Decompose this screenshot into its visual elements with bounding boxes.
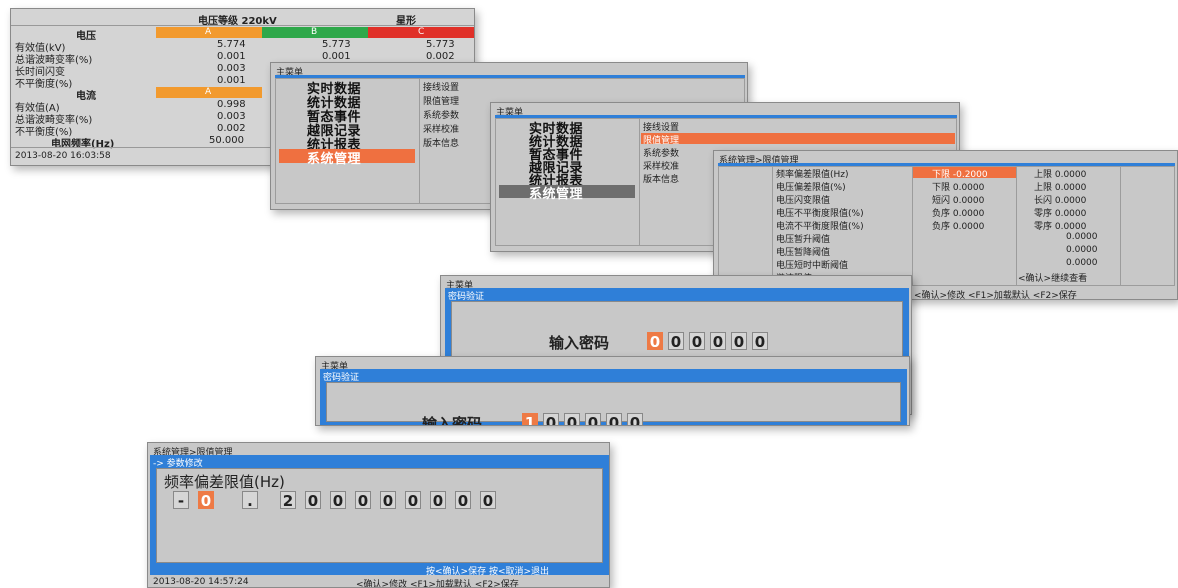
password-digit-4[interactable]: 0	[710, 332, 726, 351]
current-phase-a-header: A	[205, 87, 212, 97]
unbalance-voltage-label: 不平衡度(%)	[15, 79, 73, 90]
submenu-version[interactable]: 版本信息	[423, 136, 459, 149]
submenu-calibration[interactable]: 采样校准	[423, 122, 459, 135]
password-digit-1[interactable]: 1	[522, 413, 538, 425]
current-unbalance-neg[interactable]: 负序 0.0000	[932, 219, 984, 232]
current-unbalance-zero[interactable]: 零序 0.0000	[1034, 219, 1086, 232]
current-unbalance-label[interactable]: 电流不平衡度限值(%)	[776, 219, 864, 232]
swell-threshold-label[interactable]: 电压暂升阈值	[776, 232, 830, 245]
digit-cell-integer[interactable]: 0	[198, 491, 214, 510]
digit-cell-6[interactable]: 0	[405, 491, 421, 510]
phase-a-header: A	[205, 27, 212, 37]
password-prompt: 输入密码	[422, 415, 483, 426]
save-cancel-hint: 按<确认>保存 按<取消>退出	[426, 567, 550, 577]
submenu-wiring[interactable]: 接线设置	[423, 80, 459, 93]
phase-b-header: B	[311, 27, 318, 37]
status-timestamp: 2013-08-20 16:03:58	[15, 151, 111, 161]
rms-voltage-a: 5.774	[217, 39, 246, 50]
footer-shortcuts: <确认>修改 <F1>加载默认 <F2>保存	[356, 580, 519, 588]
phase-c-header: C	[418, 27, 425, 37]
password-window-2: 主菜单 密码验证 输入密码 1 0 0 0 0 0	[315, 356, 910, 426]
submenu-limits-selected[interactable]: 限值管理	[643, 133, 679, 146]
password-digit-6[interactable]: 0	[752, 332, 768, 351]
submenu-limits[interactable]: 限值管理	[423, 94, 459, 107]
freq-limit-label[interactable]: 频率偏差限值(Hz)	[776, 167, 849, 180]
digit-cell-5[interactable]: 0	[380, 491, 396, 510]
thd-voltage-c: 0.002	[426, 51, 455, 62]
submenu-version[interactable]: 版本信息	[643, 172, 679, 185]
unbalance-current-a: 0.002	[217, 123, 246, 134]
thd-voltage-a: 0.001	[217, 51, 246, 62]
voltage-dev-upper[interactable]: 上限 0.0000	[1034, 180, 1086, 193]
flicker-a: 0.003	[217, 63, 246, 74]
rms-current-a: 0.998	[217, 99, 246, 110]
status-timestamp: 2013-08-20 14:57:24	[153, 577, 249, 587]
password-digit-5[interactable]: 0	[731, 332, 747, 351]
parameter-name: 频率偏差限值(Hz)	[164, 473, 285, 491]
harmonic-limit-continue[interactable]: <确认>继续查看	[1018, 271, 1087, 284]
password-digit-4[interactable]: 0	[585, 413, 601, 425]
flicker-limit-short[interactable]: 短闪 0.0000	[932, 193, 984, 206]
password-digit-1[interactable]: 0	[647, 332, 663, 351]
submenu-wiring[interactable]: 接线设置	[643, 120, 679, 133]
digit-cell-3[interactable]: 0	[330, 491, 346, 510]
rms-voltage-b: 5.773	[322, 39, 351, 50]
submenu-calibration[interactable]: 采样校准	[643, 159, 679, 172]
interruption-threshold-label[interactable]: 电压短时中断阈值	[776, 258, 848, 271]
password-digit-3[interactable]: 0	[564, 413, 580, 425]
thd-voltage-b: 0.001	[322, 51, 351, 62]
parameter-edit-window: 系统管理>限值管理 -> 参数修改 频率偏差限值(Hz) - 0 . 2 0 0…	[147, 442, 610, 588]
freq-limit-upper[interactable]: 上限 0.0000	[1034, 167, 1086, 180]
swell-threshold-value[interactable]: 0.0000	[1066, 232, 1098, 242]
password-digit-5[interactable]: 0	[606, 413, 622, 425]
voltage-unbalance-neg[interactable]: 负序 0.0000	[932, 206, 984, 219]
decimal-point-cell: .	[242, 491, 258, 510]
password-digit-2[interactable]: 0	[543, 413, 559, 425]
freq-limit-lower[interactable]: 下限 -0.2000	[932, 167, 988, 180]
rms-voltage-c: 5.773	[426, 39, 455, 50]
submenu-params[interactable]: 系统参数	[423, 108, 459, 121]
thd-current-a: 0.003	[217, 111, 246, 122]
digit-cell-7[interactable]: 0	[430, 491, 446, 510]
sag-threshold-value[interactable]: 0.0000	[1066, 245, 1098, 255]
password-digit-2[interactable]: 0	[668, 332, 684, 351]
password-prompt: 输入密码	[549, 334, 610, 352]
password-digit-3[interactable]: 0	[689, 332, 705, 351]
menu-item-system-active[interactable]: 系统管理	[529, 183, 583, 202]
unbalance-voltage-a: 0.001	[217, 75, 246, 86]
voltage-unbalance-label[interactable]: 电压不平衡度限值(%)	[776, 206, 864, 219]
digit-cell-8[interactable]: 0	[455, 491, 471, 510]
grid-frequency-value: 50.000	[209, 135, 244, 146]
digit-cell-4[interactable]: 0	[355, 491, 371, 510]
menu-item-system-selected[interactable]: 系统管理	[307, 148, 361, 167]
current-section-label: 电流	[76, 91, 96, 102]
interruption-threshold-value[interactable]: 0.0000	[1066, 258, 1098, 268]
digit-cell-1[interactable]: 2	[280, 491, 296, 510]
voltage-dev-label[interactable]: 电压偏差限值(%)	[776, 180, 846, 193]
submenu-params[interactable]: 系统参数	[643, 146, 679, 159]
voltage-section-label: 电压	[76, 31, 96, 42]
sign-cell[interactable]: -	[173, 491, 189, 510]
sag-threshold-label[interactable]: 电压暂降阈值	[776, 245, 830, 258]
digit-cell-2[interactable]: 0	[305, 491, 321, 510]
password-digit-6[interactable]: 0	[627, 413, 643, 425]
voltage-dev-lower[interactable]: 下限 0.0000	[932, 180, 984, 193]
voltage-unbalance-zero[interactable]: 零序 0.0000	[1034, 206, 1086, 219]
flicker-limit-label[interactable]: 电压闪变限值	[776, 193, 830, 206]
flicker-limit-long[interactable]: 长闪 0.0000	[1034, 193, 1086, 206]
footer-shortcuts: <确认>修改 <F1>加载默认 <F2>保存	[914, 291, 1077, 300]
digit-cell-9[interactable]: 0	[480, 491, 496, 510]
